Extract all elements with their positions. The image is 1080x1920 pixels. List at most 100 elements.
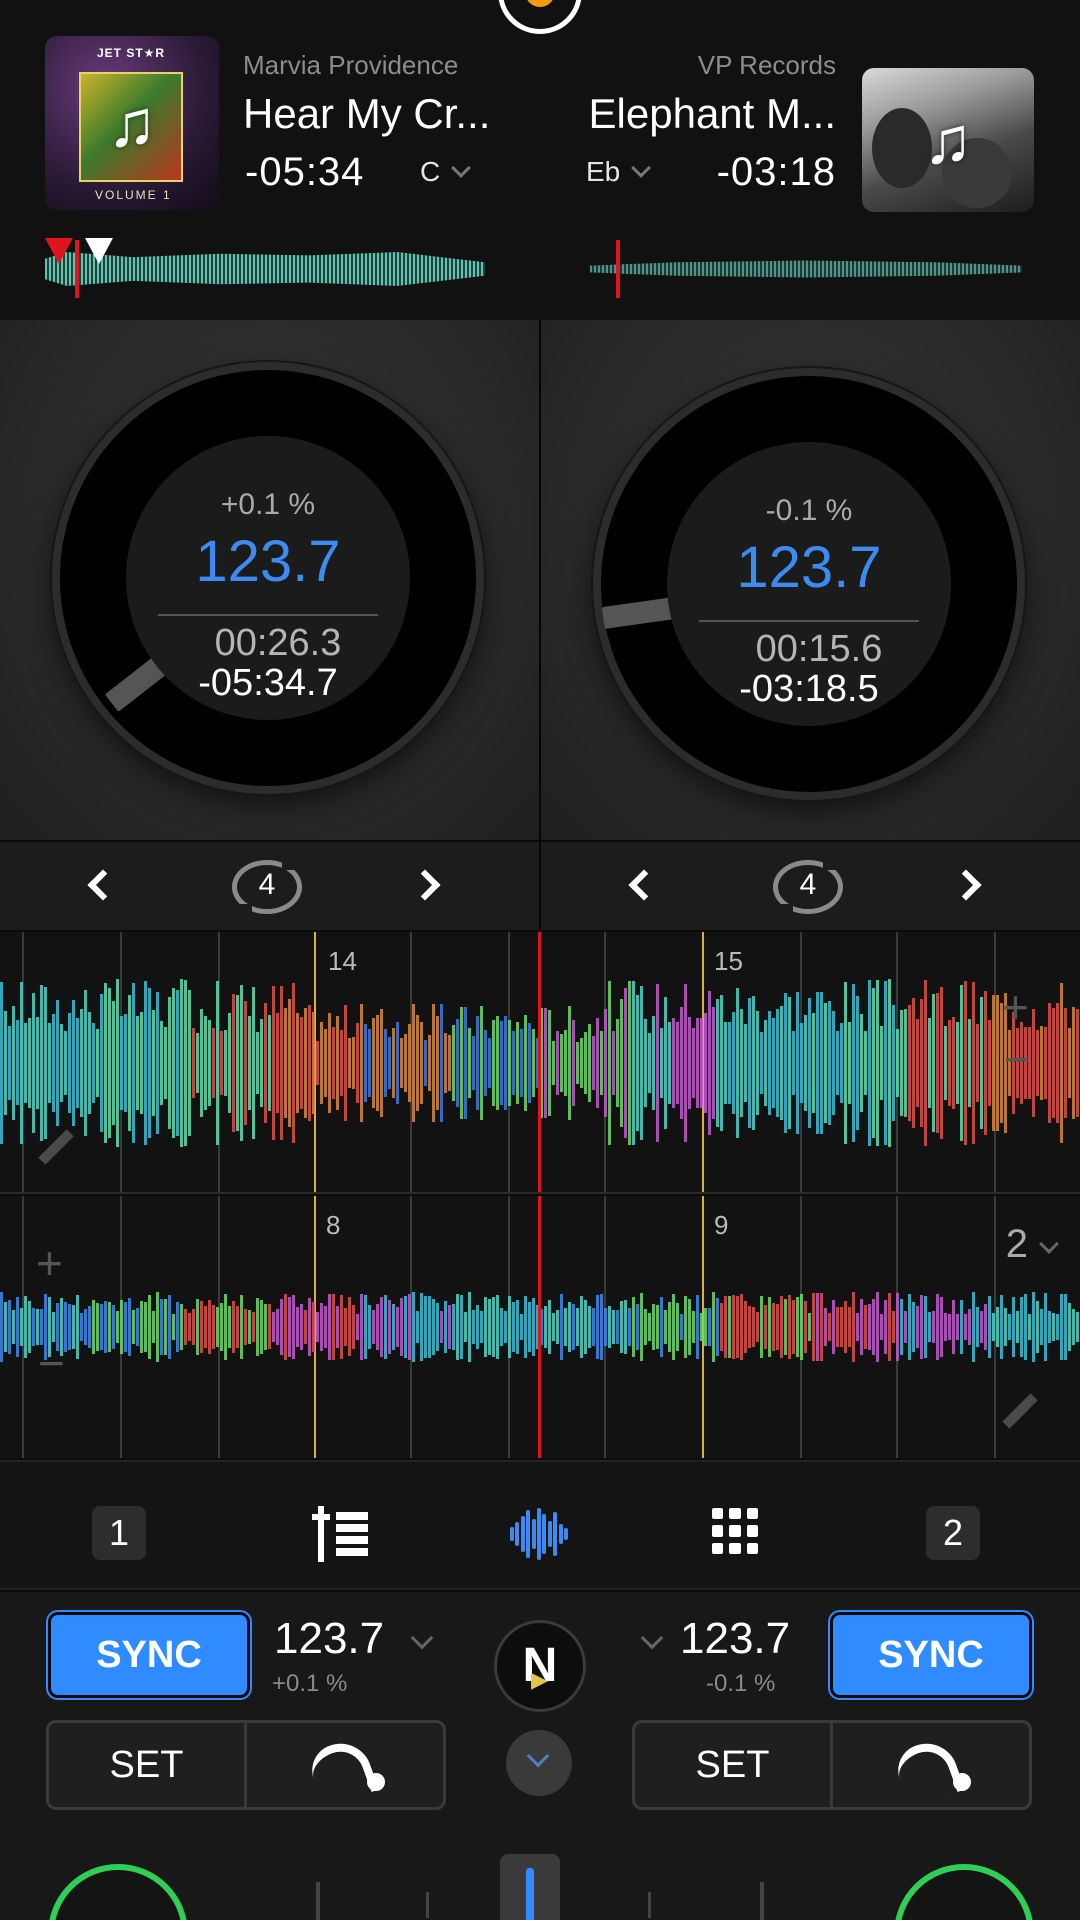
waveform-sample bbox=[232, 1300, 235, 1354]
deck2-select-button[interactable]: 2 bbox=[926, 1506, 980, 1560]
waveform-sample bbox=[804, 1301, 807, 1353]
waveform-sample bbox=[128, 995, 131, 1131]
waveform-sample bbox=[376, 1015, 379, 1111]
waveform-sample bbox=[608, 980, 611, 1146]
deck1-select-button[interactable]: 1 bbox=[92, 1506, 146, 1560]
deck2-sync-button[interactable]: SYNC bbox=[830, 1612, 1032, 1698]
overview-playhead bbox=[75, 240, 79, 298]
waveform-sample bbox=[636, 1304, 639, 1350]
waveform-sample bbox=[544, 1306, 547, 1348]
deck2-play-button[interactable] bbox=[894, 1864, 1034, 1920]
grid-cell bbox=[746, 1508, 758, 1520]
mode-bar: 1 2 bbox=[0, 1460, 1080, 1590]
deck1-hotcue-button[interactable] bbox=[249, 1723, 443, 1807]
waveform-sample bbox=[920, 999, 923, 1127]
crossfader-handle[interactable] bbox=[500, 1854, 560, 1920]
deck2-hotcue-button[interactable] bbox=[835, 1723, 1029, 1807]
deck1-overview-waveform[interactable] bbox=[45, 238, 485, 298]
waveform-sample bbox=[256, 1298, 259, 1356]
waveform-sample bbox=[404, 1034, 407, 1092]
zoom-out-button[interactable]: − bbox=[38, 1336, 65, 1390]
waveform-sample bbox=[456, 1019, 459, 1107]
waveform-sample bbox=[796, 1296, 799, 1358]
deck2-loop-button[interactable]: 4 bbox=[769, 856, 847, 918]
zoom-out-button[interactable]: − bbox=[1004, 1032, 1031, 1086]
waveform-sample bbox=[392, 1027, 395, 1099]
chevron-right-icon[interactable] bbox=[409, 869, 441, 901]
waveform-sample bbox=[720, 995, 723, 1131]
deck1-remaining: -05:34.7 bbox=[198, 662, 338, 704]
waveform-sample bbox=[488, 1298, 491, 1356]
deck2-tempo-bpm[interactable]: 123.7 bbox=[680, 1614, 790, 1664]
collapse-button[interactable] bbox=[506, 1730, 572, 1796]
waveform-sample bbox=[1024, 1294, 1027, 1360]
waveform-sample bbox=[1016, 1310, 1019, 1344]
zoom-in-button[interactable]: + bbox=[36, 1236, 63, 1290]
chevron-down-icon bbox=[526, 1744, 550, 1768]
waveform-sample bbox=[136, 1016, 139, 1110]
waveform-sample bbox=[364, 1295, 367, 1359]
deck1-set-button[interactable]: SET bbox=[49, 1723, 247, 1807]
deck2-jog-wheel[interactable]: -0.1 % 123.7 00:15.6 -03:18.5 bbox=[593, 368, 1025, 800]
deck1-key-select[interactable]: C bbox=[420, 156, 472, 188]
chevron-down-icon[interactable] bbox=[640, 1626, 664, 1650]
waveform-sample bbox=[464, 1007, 467, 1119]
waveform-sample bbox=[892, 1311, 895, 1343]
waveform-sample bbox=[712, 1292, 715, 1362]
waveform-sample bbox=[868, 1304, 871, 1350]
waveform-sample bbox=[600, 1293, 603, 1361]
pads-grid-icon[interactable] bbox=[712, 1508, 758, 1554]
waveform-sample bbox=[1072, 1006, 1075, 1120]
waveform-sample bbox=[976, 1024, 979, 1102]
pencil-icon[interactable] bbox=[1002, 1393, 1038, 1429]
waveform-sample bbox=[952, 1017, 955, 1109]
jump-arrow-dot bbox=[367, 1773, 385, 1791]
chevron-right-icon[interactable] bbox=[950, 869, 982, 901]
center-logo-button[interactable]: N ▶ bbox=[494, 1620, 586, 1712]
waveform-sample bbox=[604, 1009, 607, 1117]
waveform-sample bbox=[272, 1312, 275, 1342]
waveform-view-icon[interactable] bbox=[510, 1508, 570, 1560]
deck2-scrolling-waveform[interactable]: 8 9 + − 2 bbox=[0, 1196, 1080, 1458]
waveform-sample bbox=[216, 1306, 219, 1348]
deck1-album-cover[interactable]: JET ST★R VOLUME 1 ♫ bbox=[45, 36, 219, 210]
waveform-sample bbox=[1072, 1309, 1075, 1345]
deck2-key-select[interactable]: Eb bbox=[586, 156, 652, 188]
waveform-sample bbox=[320, 1022, 323, 1104]
waveform-sample bbox=[160, 1299, 163, 1355]
deck1-jog-panel: +0.1 % 123.7 00:26.3 -05:34.7 bbox=[0, 320, 539, 840]
waveform-sample bbox=[420, 1022, 423, 1104]
deck2-set-button[interactable]: SET bbox=[635, 1723, 833, 1807]
waveform-sample bbox=[704, 1308, 707, 1346]
deck2-overview-waveform[interactable] bbox=[590, 240, 1022, 298]
waveform-sample bbox=[860, 1299, 863, 1355]
waveform-sample bbox=[108, 1302, 111, 1352]
waveform-sample bbox=[600, 1030, 603, 1096]
deck1-tempo-bpm[interactable]: 123.7 bbox=[274, 1614, 384, 1664]
waveform-sample bbox=[1064, 1293, 1067, 1361]
deck1-scrolling-waveform[interactable]: 14 15 + − bbox=[0, 932, 1080, 1194]
waveform-sample bbox=[240, 984, 243, 1142]
zoom-in-button[interactable]: + bbox=[1002, 980, 1029, 1034]
menu-knob[interactable] bbox=[498, 0, 582, 34]
waveform-sample bbox=[308, 1005, 311, 1121]
waveform-sample bbox=[856, 996, 859, 1130]
waveform-sample bbox=[184, 1309, 187, 1345]
chevron-down-icon[interactable] bbox=[410, 1626, 434, 1650]
waveform-sample bbox=[28, 1301, 31, 1353]
deck-select-dropdown[interactable]: 2 bbox=[1006, 1222, 1059, 1267]
deck1-loop-button[interactable]: 4 bbox=[228, 856, 306, 918]
deck1-jog-wheel[interactable]: +0.1 % 123.7 00:26.3 -05:34.7 bbox=[52, 362, 484, 794]
waveform-sample bbox=[708, 990, 711, 1136]
waveform-sample bbox=[984, 1304, 987, 1350]
waveform-sample bbox=[1056, 1314, 1059, 1340]
chevron-left-icon[interactable] bbox=[87, 869, 119, 901]
waveform-sample bbox=[908, 1004, 911, 1122]
deck2-album-cover[interactable]: ♫ bbox=[862, 68, 1034, 212]
mixer-icon[interactable] bbox=[312, 1506, 370, 1562]
waveform-sample bbox=[908, 1293, 911, 1361]
chevron-left-icon[interactable] bbox=[628, 869, 660, 901]
deck1-play-button[interactable] bbox=[48, 1864, 188, 1920]
waveform-sample bbox=[148, 987, 151, 1139]
deck1-sync-button[interactable]: SYNC bbox=[48, 1612, 250, 1698]
